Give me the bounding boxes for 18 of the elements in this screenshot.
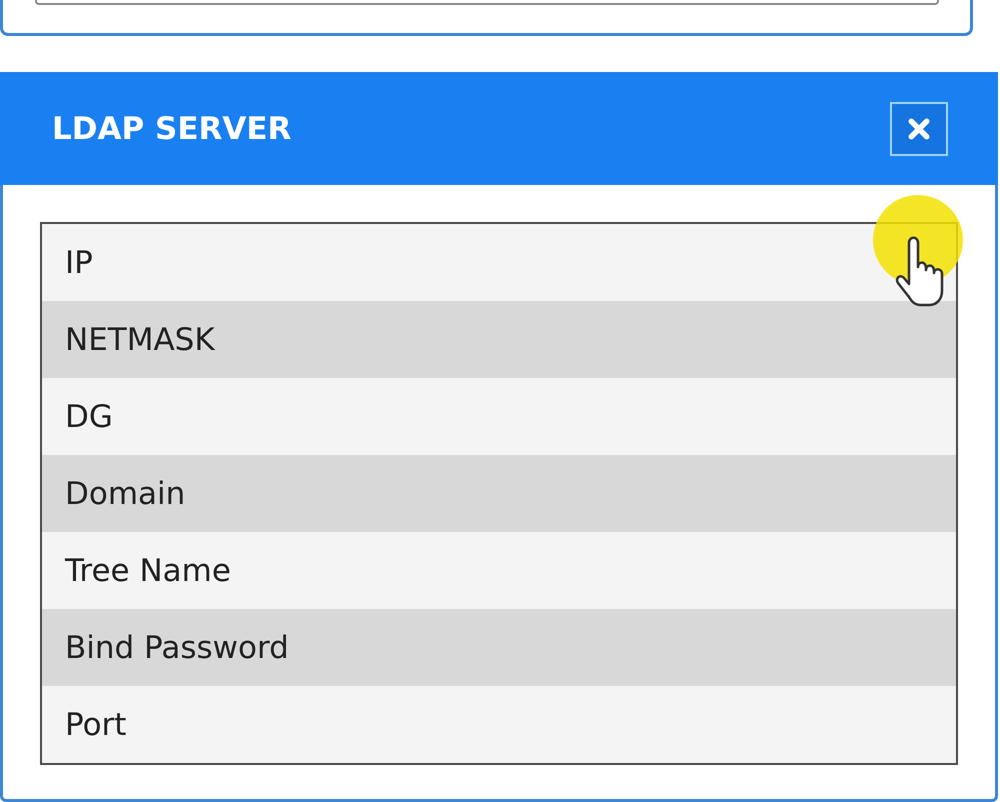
field-label: DG	[65, 398, 113, 434]
table-row[interactable]: Tree Name	[42, 532, 956, 609]
field-label: Tree Name	[65, 552, 231, 588]
table-row[interactable]: DG	[42, 378, 956, 455]
field-label: Bind Password	[65, 630, 289, 666]
table-row[interactable]: NETMASK	[42, 301, 956, 378]
dialog-title: LDAP SERVER	[52, 110, 292, 146]
field-label: Domain	[65, 476, 186, 512]
table-row[interactable]: Port	[42, 686, 956, 763]
field-label: Port	[65, 706, 126, 742]
close-icon	[908, 118, 930, 140]
table-row[interactable]: Bind Password	[42, 609, 956, 686]
input-field[interactable]	[34, 0, 938, 5]
close-button[interactable]	[890, 102, 948, 156]
field-label: NETMASK	[65, 322, 215, 358]
table-row[interactable]: IP	[42, 224, 956, 301]
table-row[interactable]: Domain	[42, 455, 956, 532]
field-label: IP	[65, 244, 93, 280]
